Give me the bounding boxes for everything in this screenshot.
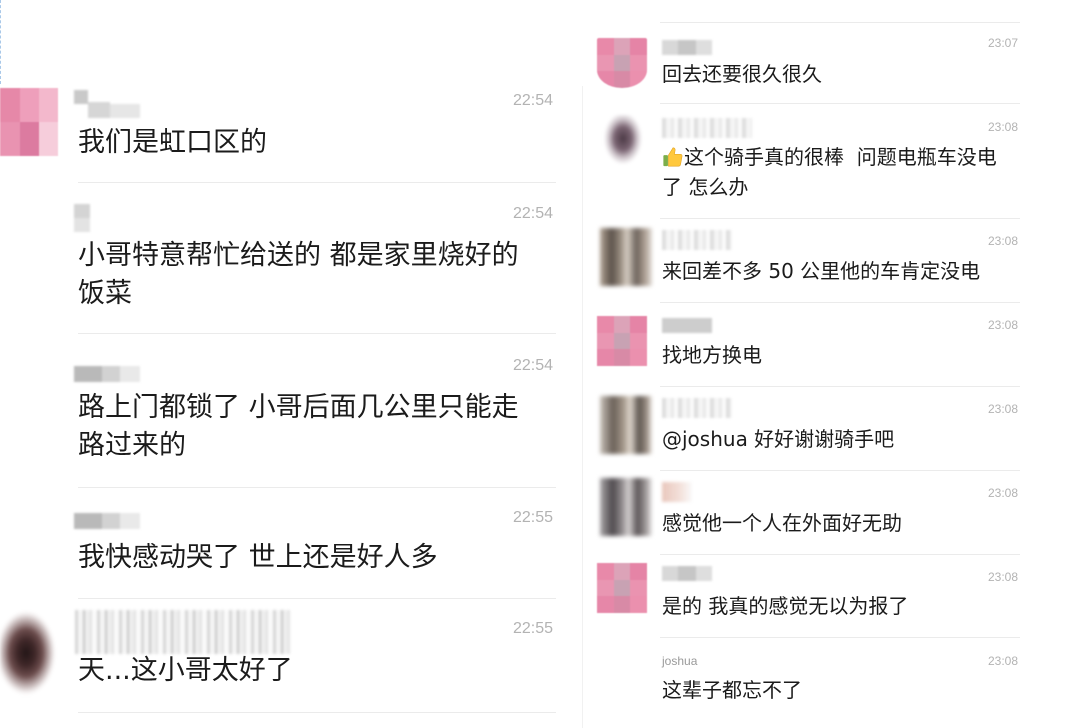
chat-message: 22:54 小哥特意帮忙给送的 都是家里烧好的 饭菜 <box>0 183 570 334</box>
chat-panel-right: 23:07 回去还要很久很久 23:08 这个骑手真的很棒 问题电瓶车没电 了 … <box>585 0 1080 728</box>
panel-separator <box>582 86 583 728</box>
chat-message: 22:54 路上门都锁了 小哥后面几公里只能走 路过来的 <box>0 334 570 488</box>
message-timestamp: 23:08 <box>987 486 1018 500</box>
blurred-username <box>662 118 752 138</box>
avatar[interactable] <box>600 115 650 171</box>
message-timestamp: 23:08 <box>987 234 1018 248</box>
message-timestamp: 22:54 <box>512 205 553 222</box>
message-timestamp: 23:08 <box>987 402 1018 416</box>
blurred-username <box>662 318 712 333</box>
avatar[interactable] <box>597 316 647 366</box>
blurred-username <box>74 366 140 382</box>
avatar[interactable] <box>600 478 652 536</box>
message-text: 我们是虹口区的 <box>78 127 267 158</box>
chat-message: joshua 23:08 这辈子都忘不了 <box>585 638 1080 728</box>
message-text: 是的 我真的感觉无以为报了 <box>662 594 909 618</box>
blurred-username <box>74 204 90 232</box>
avatar[interactable] <box>597 563 647 613</box>
avatar[interactable] <box>600 396 652 454</box>
chat-message: 22:55 天...这小哥太好了 <box>0 599 570 728</box>
blurred-username <box>662 566 712 581</box>
chat-message: 23:08 是的 我真的感觉无以为报了 <box>585 555 1080 638</box>
message-text: 这辈子都忘不了 <box>662 678 802 702</box>
sender-name[interactable]: joshua <box>662 653 697 669</box>
message-divider <box>78 712 556 713</box>
message-text: 回去还要很久很久 <box>662 62 822 86</box>
avatar[interactable] <box>0 88 58 156</box>
avatar[interactable] <box>600 228 652 286</box>
message-text: 路上门都锁了 小哥后面几公里只能走 <box>78 392 519 423</box>
chat-message: 22:54 我们是虹口区的 <box>0 80 570 183</box>
message-text: @joshua 好好谢谢骑手吧 <box>662 427 895 451</box>
message-text: 了 怎么办 <box>662 175 749 199</box>
message-text: 感觉他一个人在外面好无助 <box>662 511 902 535</box>
message-text: 小哥特意帮忙给送的 都是家里烧好的 <box>78 240 519 271</box>
message-timestamp: 23:08 <box>987 120 1018 134</box>
chat-message: 23:08 感觉他一个人在外面好无助 <box>585 471 1080 555</box>
blurred-username <box>74 513 140 529</box>
thumbs-up-icon <box>662 146 684 168</box>
message-timestamp: 23:08 <box>987 570 1018 584</box>
avatar[interactable] <box>597 38 647 88</box>
message-text: 找地方换电 <box>662 343 762 367</box>
message-text: 来回差不多 50 公里他的车肯定没电 <box>662 259 981 283</box>
message-timestamp: 23:08 <box>987 318 1018 332</box>
message-timestamp: 22:54 <box>512 357 553 374</box>
message-text: 路过来的 <box>78 430 186 461</box>
message-text: 天...这小哥太好了 <box>78 655 293 686</box>
message-text: 饭菜 <box>78 278 132 309</box>
chat-message: 23:08 来回差不多 50 公里他的车肯定没电 <box>585 219 1080 303</box>
chat-message: 23:07 回去还要很久很久 <box>585 23 1080 104</box>
blurred-username <box>662 40 712 55</box>
chat-message: 23:08 这个骑手真的很棒 问题电瓶车没电 了 怎么办 <box>585 104 1080 219</box>
chat-message: 23:08 @joshua 好好谢谢骑手吧 <box>585 387 1080 471</box>
chat-message: 22:55 我快感动哭了 世上还是好人多 <box>0 488 570 599</box>
message-timestamp: 23:08 <box>987 654 1018 668</box>
chat-message: 23:08 找地方换电 <box>585 303 1080 387</box>
chat-panel-left: 22:54 我们是虹口区的 22:54 小哥特意帮忙给送的 都是家里烧好的 饭菜… <box>0 0 570 728</box>
avatar[interactable] <box>0 603 62 699</box>
message-timestamp: 22:55 <box>512 620 553 637</box>
message-text: 我快感动哭了 世上还是好人多 <box>78 542 438 573</box>
message-timestamp: 22:54 <box>512 92 553 109</box>
message-text: 这个骑手真的很棒 问题电瓶车没电 <box>684 145 997 169</box>
blurred-username <box>75 610 290 654</box>
message-timestamp: 22:55 <box>512 509 553 526</box>
blurred-username <box>74 90 140 118</box>
message-timestamp: 23:07 <box>987 36 1018 50</box>
blurred-username <box>662 398 732 418</box>
blurred-username <box>662 482 692 502</box>
blurred-username <box>662 230 732 250</box>
